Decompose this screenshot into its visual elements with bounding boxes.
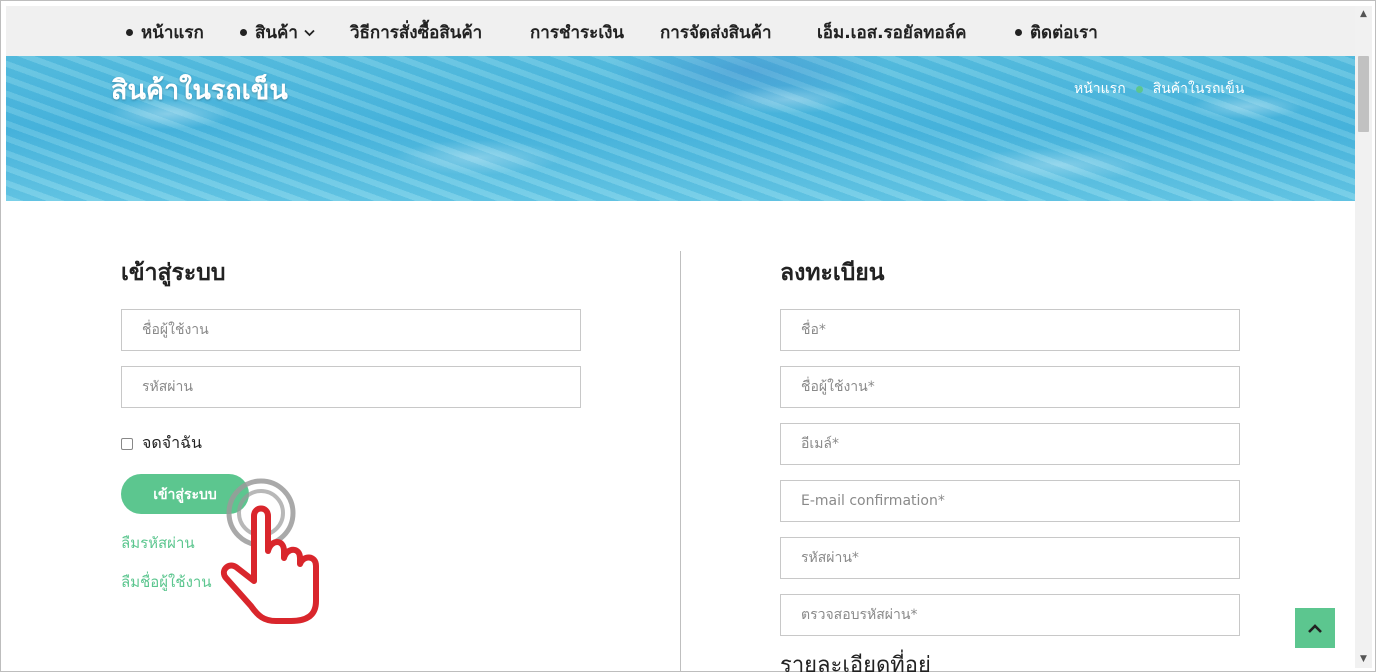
- breadcrumb: หน้าแรก สินค้าในรถเข็น: [1074, 78, 1244, 100]
- password-input[interactable]: [121, 366, 581, 408]
- nav-item-payment[interactable]: การชำระเงิน: [530, 19, 624, 46]
- scroll-to-top-button[interactable]: [1295, 608, 1335, 648]
- nav-item-label: หน้าแรก: [141, 23, 204, 43]
- scroll-up-arrow-icon[interactable]: ▲: [1355, 6, 1372, 23]
- breadcrumb-current: สินค้าในรถเข็น: [1152, 81, 1245, 97]
- bullet-icon: [240, 29, 247, 36]
- vertical-scrollbar[interactable]: ▲ ▼: [1355, 6, 1372, 668]
- nav-item-contact[interactable]: ติดต่อเรา: [1015, 19, 1098, 46]
- nav-item-label: สินค้า: [255, 23, 298, 43]
- breadcrumb-home[interactable]: หน้าแรก: [1074, 78, 1126, 100]
- bullet-icon: [126, 29, 133, 36]
- register-password-input[interactable]: [780, 537, 1240, 579]
- register-name-input[interactable]: [780, 309, 1240, 351]
- nav-item-products[interactable]: สินค้า: [240, 19, 315, 46]
- nav-item-label: การจัดส่งสินค้า: [660, 23, 772, 43]
- nav-item-shipping[interactable]: การจัดส่งสินค้า: [660, 19, 772, 46]
- nav-item-label: ติดต่อเรา: [1030, 23, 1098, 43]
- chevron-down-icon: [304, 26, 315, 40]
- address-section-heading: รายละเอียดที่อยู่: [780, 653, 931, 672]
- nav-item-home[interactable]: หน้าแรก: [126, 19, 204, 46]
- register-email-confirm-input[interactable]: [780, 480, 1240, 522]
- nav-item-about[interactable]: เอ็ม.เอส.รอยัลทอล์ค: [817, 19, 966, 46]
- breadcrumb-separator-icon: [1135, 85, 1143, 93]
- chevron-up-icon: [1308, 623, 1322, 633]
- register-email-input[interactable]: [780, 423, 1240, 465]
- column-divider: [680, 251, 681, 671]
- register-password-confirm-input[interactable]: [780, 594, 1240, 636]
- page-banner: สินค้าในรถเข็น หน้าแรก สินค้าในรถเข็น: [6, 56, 1355, 201]
- register-title: ลงทะเบียน: [780, 260, 885, 286]
- remember-me-label: จดจำฉัน: [142, 433, 202, 452]
- remember-me: จดจำฉัน: [121, 431, 202, 456]
- browser-viewport: หน้าแรก สินค้า วิธีการสั่งซื้อสินค้า การ…: [0, 0, 1376, 672]
- login-title: เข้าสู่ระบบ: [121, 260, 226, 286]
- forgot-password-link[interactable]: ลืมรหัสผ่าน: [121, 531, 195, 555]
- scrollbar-thumb[interactable]: [1358, 56, 1369, 132]
- top-navigation: หน้าแรก สินค้า วิธีการสั่งซื้อสินค้า การ…: [6, 6, 1355, 56]
- nav-item-label: เอ็ม.เอส.รอยัลทอล์ค: [817, 23, 967, 43]
- username-input[interactable]: [121, 309, 581, 351]
- register-username-input[interactable]: [780, 366, 1240, 408]
- scroll-down-arrow-icon[interactable]: ▼: [1355, 651, 1372, 668]
- nav-item-how-to-order[interactable]: วิธีการสั่งซื้อสินค้า: [350, 19, 482, 46]
- remember-me-checkbox[interactable]: [121, 437, 133, 450]
- nav-item-label: การชำระเงิน: [530, 23, 625, 43]
- hand-pointer-icon: [220, 478, 319, 624]
- forgot-username-link[interactable]: ลืมชื่อผู้ใช้งาน: [121, 570, 212, 594]
- page-title: สินค้าในรถเข็น: [111, 75, 288, 106]
- nav-item-label: วิธีการสั่งซื้อสินค้า: [350, 23, 483, 43]
- bullet-icon: [1015, 29, 1022, 36]
